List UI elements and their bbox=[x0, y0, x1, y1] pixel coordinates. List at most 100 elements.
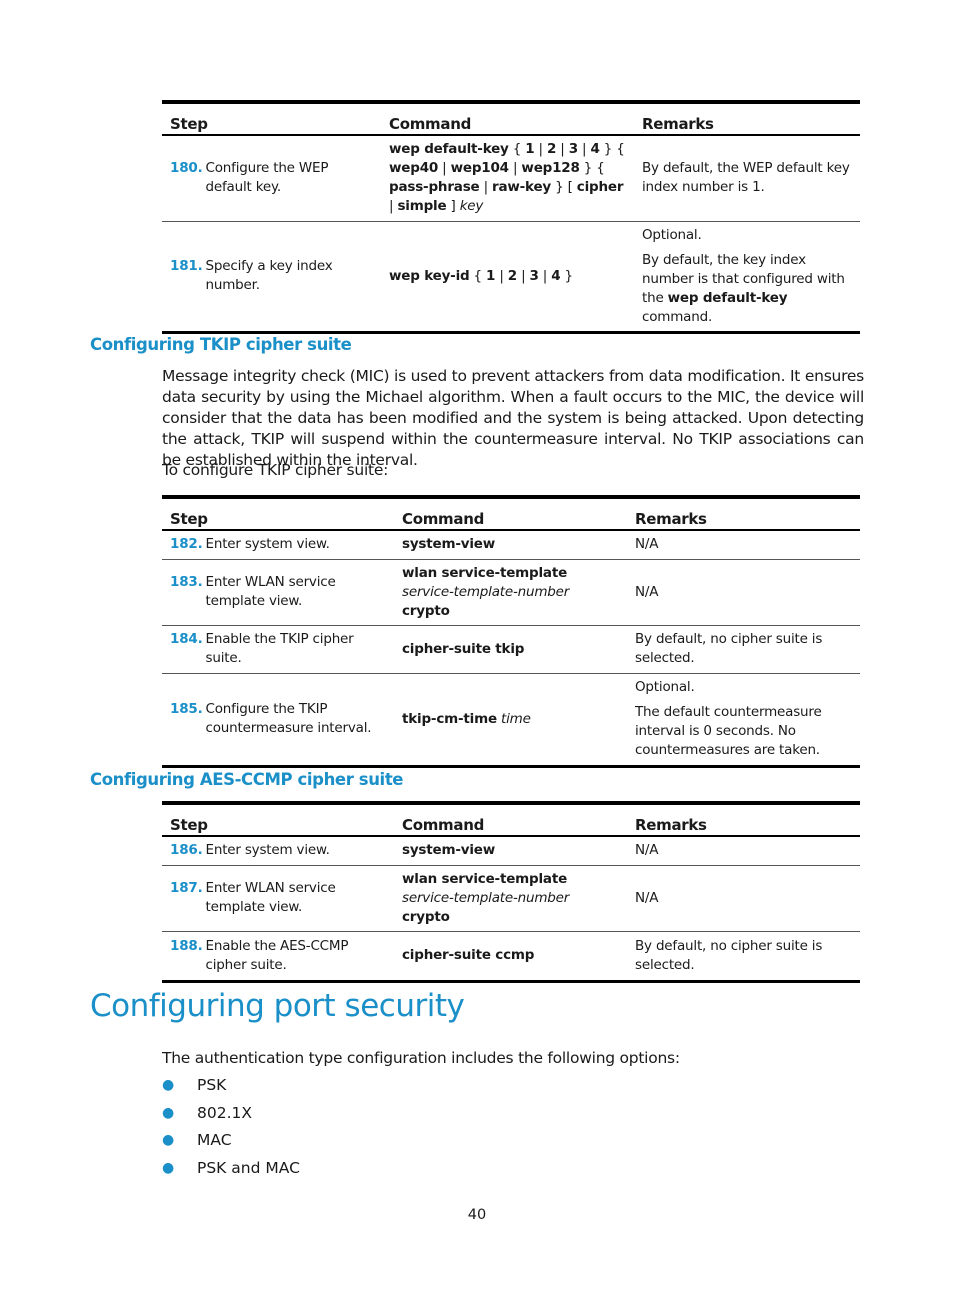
command-text: | bbox=[538, 267, 552, 284]
remark-text: The default countermeasure interval is 0… bbox=[635, 704, 822, 758]
table-row: 183. Enter WLAN service template view. wla… bbox=[162, 559, 860, 625]
remark-text: By default, no cipher suite is selected. bbox=[635, 631, 823, 666]
command-text: | bbox=[534, 141, 547, 158]
step-cell: 181. Specify a key index number. bbox=[162, 221, 381, 332]
command-text: tkip-cm-time bbox=[402, 710, 497, 727]
step-description: Enter system view. bbox=[205, 842, 330, 859]
command-text: crypto bbox=[402, 602, 450, 619]
step-number: 183. bbox=[170, 574, 203, 590]
command-text: ] bbox=[446, 198, 460, 215]
command-text: service-template-number bbox=[402, 889, 570, 906]
header-remarks: Remarks bbox=[642, 115, 714, 133]
command-text: | bbox=[516, 267, 530, 284]
bullet-icon: ● bbox=[162, 1132, 175, 1148]
remarks-cell: Optional. By default, the key index numbe… bbox=[634, 221, 860, 332]
command-cell: cipher-suite tkip bbox=[394, 625, 627, 673]
command-text: simple bbox=[397, 198, 447, 215]
command-cell: system-view bbox=[394, 836, 627, 865]
step-number: 181. bbox=[170, 258, 203, 274]
tkip-config-table: Step Command Remarks 182. Enter system vi… bbox=[162, 495, 860, 768]
command-text: 2 bbox=[507, 267, 517, 284]
remarks-cell: N/A bbox=[627, 530, 860, 559]
command-text: { bbox=[508, 141, 526, 158]
command-text: system-view bbox=[402, 842, 496, 859]
table-header-row: Step Command Remarks bbox=[162, 803, 860, 836]
command-text: | bbox=[479, 179, 493, 196]
document-page: Step Command Remarks 180. Configure the W… bbox=[0, 0, 954, 1296]
header-command: Command bbox=[402, 816, 485, 834]
step-cell: 183. Enter WLAN service template view. bbox=[162, 559, 394, 625]
table-row: 187. Enter WLAN service template view. wla… bbox=[162, 865, 860, 931]
command-text: cipher bbox=[576, 179, 624, 196]
remarks-cell: By default, the WEP default key index nu… bbox=[634, 135, 860, 221]
tkip-section-heading: Configuring TKIP cipher suite bbox=[90, 335, 352, 354]
step-cell: 184. Enable the TKIP cipher suite. bbox=[162, 625, 394, 673]
command-text: wep default-key bbox=[389, 141, 509, 158]
header-step: Step bbox=[170, 115, 208, 133]
command-text: { bbox=[469, 267, 487, 284]
remark-paragraph: Optional. bbox=[635, 678, 852, 697]
remarks-cell: N/A bbox=[627, 559, 860, 625]
table-row: 184. Enable the TKIP cipher suite. cipher-… bbox=[162, 625, 860, 673]
tkip-description: Message integrity check (MIC) is used to… bbox=[162, 367, 864, 469]
step-cell: 186. Enter system view. bbox=[162, 836, 394, 865]
table-row: 180. Configure the WEP default key. wep de… bbox=[162, 135, 860, 221]
remark-paragraph: N/A bbox=[635, 583, 852, 602]
bullet-icon: ● bbox=[162, 1077, 175, 1093]
bullet-icon: ● bbox=[162, 1104, 175, 1121]
remark-text: N/A bbox=[635, 536, 659, 553]
step-number: 186. bbox=[170, 842, 203, 859]
step-number: 180. bbox=[170, 160, 203, 177]
command-text: wep104 bbox=[450, 160, 509, 177]
step-number: 188. bbox=[170, 937, 203, 954]
remarks-cell: Optional. The default countermeasure inte… bbox=[627, 673, 860, 766]
remark-text: By default, the WEP default key index nu… bbox=[642, 160, 850, 196]
step-number: 184. bbox=[170, 631, 203, 647]
step-cell: 188. Enable the AES-CCMP cipher suite. bbox=[162, 931, 394, 981]
remark-text: wep default-key bbox=[667, 289, 788, 306]
step-cell: 180. Configure the WEP default key. bbox=[162, 135, 381, 221]
remark-text: N/A bbox=[635, 889, 659, 906]
chapter-heading: Configuring port security bbox=[90, 988, 465, 1024]
command-text: cipher-suite ccmp bbox=[402, 947, 535, 963]
table-header-row: Step Command Remarks bbox=[162, 497, 860, 530]
remark-paragraph: By default, the WEP default key index nu… bbox=[642, 159, 852, 197]
command-text: 3 bbox=[568, 141, 578, 158]
remark-paragraph: Optional. bbox=[642, 226, 852, 245]
port-security-intro: The authentication type configuration in… bbox=[162, 1049, 680, 1067]
remark-paragraph: The default countermeasure interval is 0… bbox=[635, 703, 852, 760]
list-item: ● 802.1X bbox=[162, 1102, 300, 1130]
step-cell: 187. Enter WLAN service template view. bbox=[162, 865, 394, 931]
remark-text: command. bbox=[642, 308, 713, 325]
header-command: Command bbox=[389, 115, 472, 133]
list-item: ● PSK bbox=[162, 1074, 300, 1102]
command-cell: wlan service-template service-template-n… bbox=[394, 559, 627, 625]
command-text: | bbox=[495, 267, 508, 284]
remark-paragraph: By default, no cipher suite is selected. bbox=[635, 937, 852, 975]
command-text: raw-key bbox=[492, 179, 552, 196]
step-description: Enter WLAN service template view. bbox=[205, 574, 336, 609]
step-cell: 185. Configure the TKIP countermeasure in… bbox=[162, 673, 394, 766]
command-text: 2 bbox=[546, 141, 557, 158]
step-description: Specify a key index number. bbox=[205, 258, 333, 293]
step-number: 182. bbox=[170, 536, 203, 553]
step-description: Enter WLAN service template view. bbox=[205, 880, 336, 915]
command-text: key bbox=[459, 198, 484, 215]
remark-paragraph: By default, no cipher suite is selected. bbox=[635, 630, 852, 668]
command-text: wlan service-template bbox=[402, 564, 568, 581]
command-text: time bbox=[501, 710, 531, 727]
ccmp-config-table: Step Command Remarks 186. Enter system vi… bbox=[162, 801, 860, 983]
remark-text: N/A bbox=[635, 583, 659, 600]
remark-text: N/A bbox=[635, 842, 659, 859]
remark-text: Optional. bbox=[642, 226, 702, 243]
remarks-cell: N/A bbox=[627, 836, 860, 865]
remark-paragraph: By default, the key index number is that… bbox=[642, 251, 852, 327]
command-text: wlan service-template bbox=[402, 870, 568, 887]
list-item: ● PSK and MAC bbox=[162, 1157, 300, 1185]
step-description: Configure the WEP default key. bbox=[205, 160, 329, 196]
header-command: Command bbox=[402, 510, 485, 528]
step-description: Enable the AES-CCMP cipher suite. bbox=[205, 937, 349, 973]
command-cell: tkip-cm-time time bbox=[394, 673, 627, 766]
remark-text: Optional. bbox=[635, 679, 695, 695]
ccmp-section-heading: Configuring AES-CCMP cipher suite bbox=[90, 770, 404, 789]
